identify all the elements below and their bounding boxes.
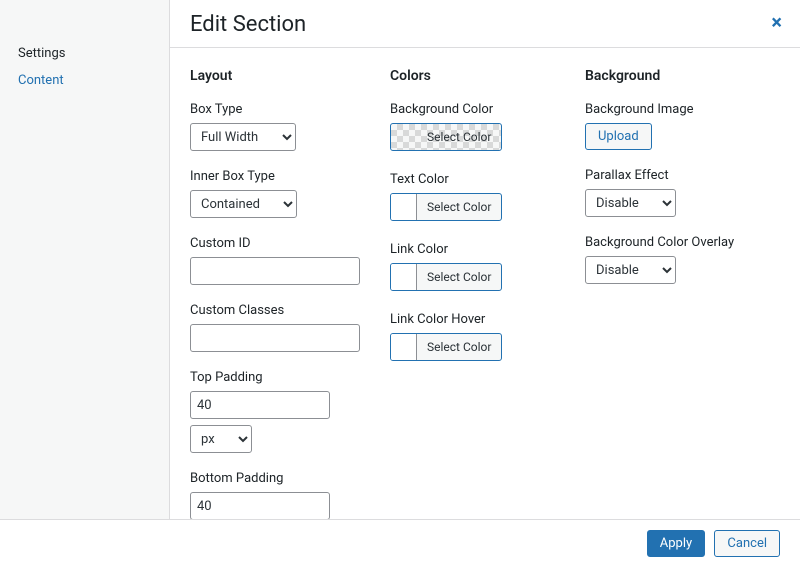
overlay-select[interactable]: Disable — [585, 256, 676, 284]
parallax-field: Parallax Effect Disable — [585, 168, 780, 217]
link-hover-color-button-label: Select Color — [417, 340, 501, 354]
parallax-select[interactable]: Disable — [585, 189, 676, 217]
inner-box-type-field: Inner Box Type Contained — [190, 169, 380, 218]
background-column: Background Background Image Upload Paral… — [585, 68, 780, 499]
content-area: Edit Section × Layout Box Type Full Widt… — [170, 0, 800, 519]
edit-section-modal: Settings Content Edit Section × Layout B… — [0, 0, 800, 567]
link-hover-color-field: Link Color Hover Select Color — [390, 312, 575, 364]
overlay-label: Background Color Overlay — [585, 235, 780, 250]
bg-image-field: Background Image Upload — [585, 102, 780, 150]
color-swatch-icon — [391, 264, 417, 290]
bg-color-label: Background Color — [390, 102, 575, 117]
text-color-button-label: Select Color — [417, 200, 501, 214]
custom-id-label: Custom ID — [190, 236, 380, 251]
apply-button[interactable]: Apply — [647, 530, 705, 557]
text-color-button[interactable]: Select Color — [390, 193, 502, 221]
modal-title: Edit Section — [190, 12, 780, 37]
close-icon[interactable]: × — [771, 12, 782, 32]
box-type-field: Box Type Full Width — [190, 102, 380, 151]
overlay-field: Background Color Overlay Disable — [585, 235, 780, 284]
modal-header: Edit Section × — [170, 0, 800, 48]
layout-title: Layout — [190, 68, 380, 84]
top-padding-input[interactable] — [190, 391, 330, 419]
bottom-padding-field: Bottom Padding px — [190, 471, 380, 519]
custom-id-input[interactable] — [190, 257, 360, 285]
bg-color-field: Background Color Select Color — [390, 102, 575, 154]
bottom-padding-input[interactable] — [190, 492, 330, 519]
custom-classes-label: Custom Classes — [190, 303, 380, 318]
sidebar: Settings Content — [0, 0, 170, 519]
custom-classes-field: Custom Classes — [190, 303, 380, 352]
text-color-label: Text Color — [390, 172, 575, 187]
inner-box-type-label: Inner Box Type — [190, 169, 380, 184]
color-swatch-icon — [391, 194, 417, 220]
link-color-label: Link Color — [390, 242, 575, 257]
inner-box-type-select[interactable]: Contained — [190, 190, 297, 218]
box-type-label: Box Type — [190, 102, 380, 117]
colors-title: Colors — [390, 68, 575, 84]
modal-body: Settings Content Edit Section × Layout B… — [0, 0, 800, 520]
layout-column: Layout Box Type Full Width Inner Box Typ… — [190, 68, 380, 499]
bg-color-button-label: Select Color — [417, 130, 501, 144]
link-hover-color-button[interactable]: Select Color — [390, 333, 502, 361]
box-type-select[interactable]: Full Width — [190, 123, 296, 151]
text-color-field: Text Color Select Color — [390, 172, 575, 224]
link-hover-color-label: Link Color Hover — [390, 312, 575, 327]
top-padding-label: Top Padding — [190, 370, 380, 385]
sidebar-item-content[interactable]: Content — [0, 67, 169, 94]
upload-button[interactable]: Upload — [585, 123, 652, 150]
transparent-swatch-icon — [391, 124, 417, 150]
custom-id-field: Custom ID — [190, 236, 380, 285]
bg-color-button[interactable]: Select Color — [390, 123, 502, 151]
parallax-label: Parallax Effect — [585, 168, 780, 183]
link-color-button[interactable]: Select Color — [390, 263, 502, 291]
link-color-field: Link Color Select Color — [390, 242, 575, 294]
cancel-button[interactable]: Cancel — [714, 530, 780, 557]
modal-footer: Apply Cancel — [0, 520, 800, 567]
bottom-padding-label: Bottom Padding — [190, 471, 380, 486]
sidebar-item-settings[interactable]: Settings — [0, 40, 169, 67]
main-panels: Layout Box Type Full Width Inner Box Typ… — [170, 48, 800, 519]
link-color-button-label: Select Color — [417, 270, 501, 284]
colors-column: Colors Background Color Select Color Tex… — [390, 68, 575, 499]
custom-classes-input[interactable] — [190, 324, 360, 352]
bg-image-label: Background Image — [585, 102, 780, 117]
background-title: Background — [585, 68, 780, 84]
top-padding-field: Top Padding px — [190, 370, 380, 453]
top-padding-unit-select[interactable]: px — [190, 425, 252, 453]
color-swatch-icon — [391, 334, 417, 360]
